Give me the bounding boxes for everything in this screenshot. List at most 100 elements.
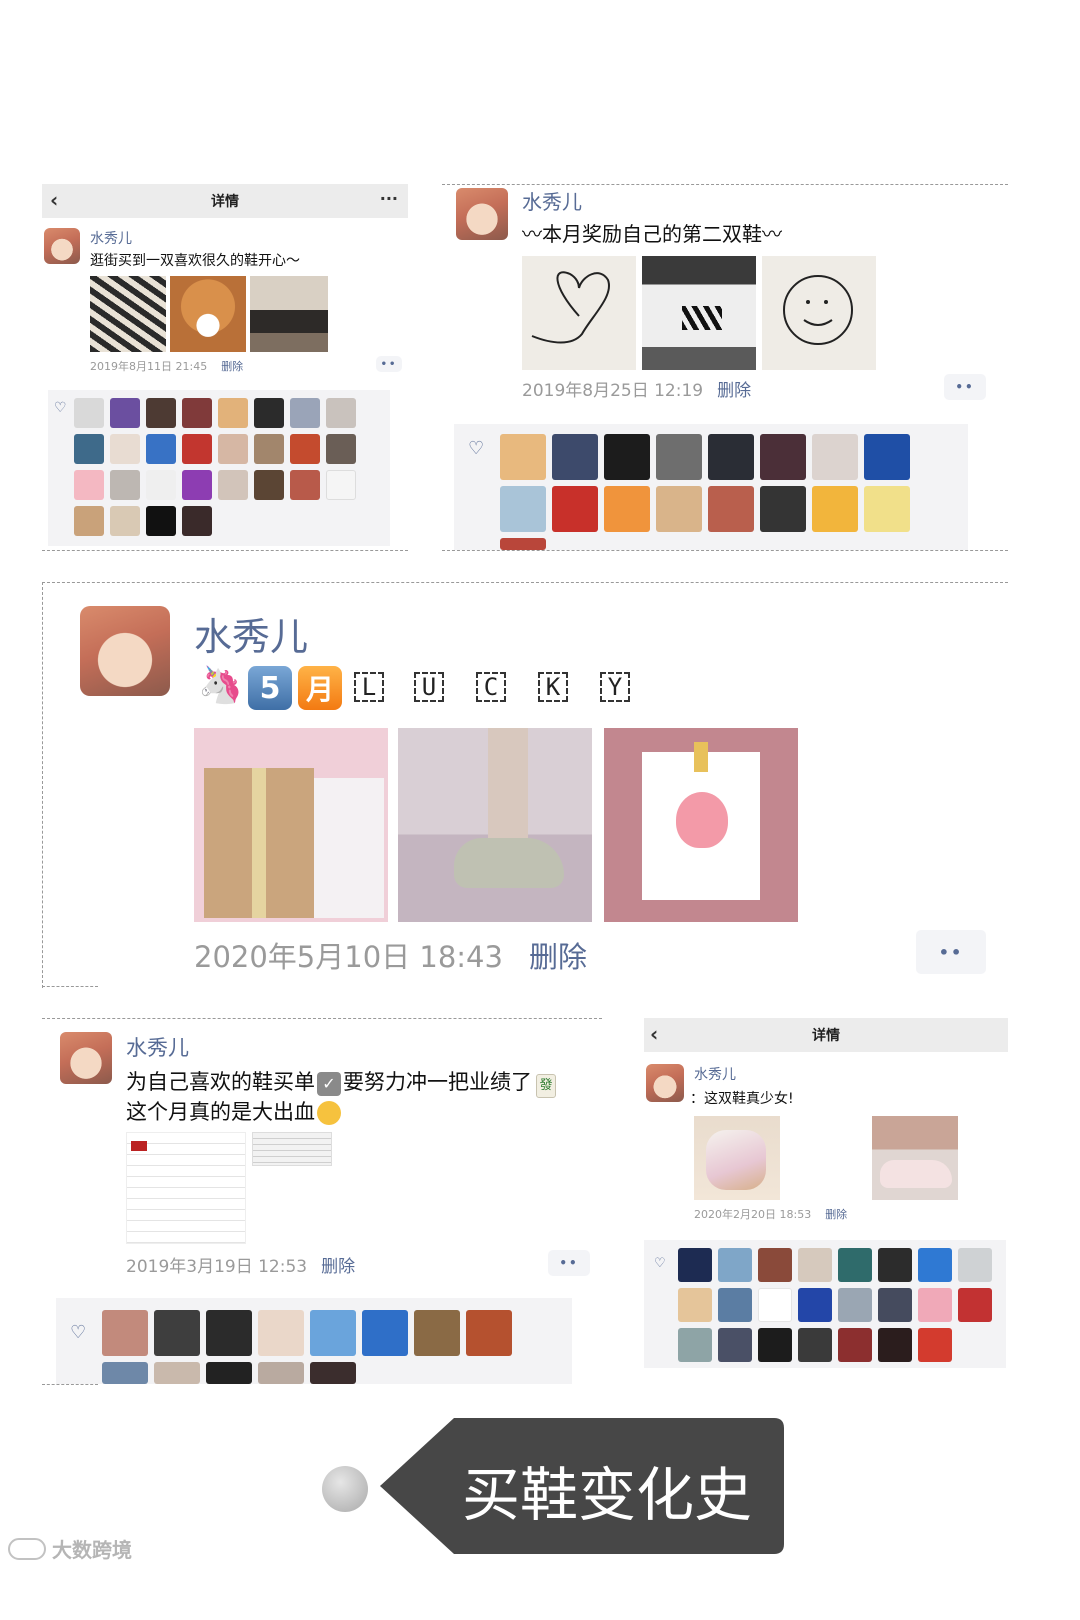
liker-avatar[interactable] (326, 470, 356, 500)
liker-avatar[interactable] (74, 470, 104, 500)
liker-avatar[interactable] (218, 398, 248, 428)
back-chevron-icon[interactable]: ‹ (50, 188, 58, 212)
liker-avatar[interactable] (678, 1288, 712, 1322)
liker-avatar[interactable] (74, 398, 104, 428)
liker-avatar[interactable] (182, 434, 212, 464)
liker-avatar[interactable] (552, 486, 598, 532)
post-photo-adidas-superstar[interactable] (642, 256, 756, 370)
avatar[interactable] (60, 1032, 112, 1084)
liker-avatar[interactable] (758, 1328, 792, 1362)
post-photo-sneaker-leopard[interactable] (90, 276, 166, 352)
user-name[interactable]: 水秀儿 (694, 1064, 736, 1084)
liker-avatar[interactable] (708, 486, 754, 532)
liker-avatar[interactable] (708, 434, 754, 480)
liker-avatar[interactable] (656, 434, 702, 480)
back-chevron-icon[interactable]: ‹ (650, 1022, 658, 1046)
liker-avatar[interactable] (760, 434, 806, 480)
post-photo-receipt-1[interactable] (126, 1132, 246, 1244)
liker-avatar[interactable] (838, 1248, 872, 1282)
liker-avatar[interactable] (110, 506, 140, 536)
liker-avatar[interactable] (864, 434, 910, 480)
liker-avatar[interactable] (918, 1288, 952, 1322)
liker-avatar[interactable] (110, 470, 140, 500)
liker-avatar[interactable] (918, 1328, 952, 1362)
liker-avatar[interactable] (310, 1310, 356, 1356)
post-photo-smiley-doodle[interactable] (762, 256, 876, 370)
liker-avatar[interactable] (864, 486, 910, 532)
liker-avatar[interactable] (110, 434, 140, 464)
liker-avatar[interactable] (604, 486, 650, 532)
comment-dots-icon[interactable]: •• (944, 374, 986, 400)
liker-avatar[interactable] (878, 1328, 912, 1362)
liker-avatar[interactable] (182, 470, 212, 500)
liker-avatar[interactable] (678, 1248, 712, 1282)
liker-avatar[interactable] (718, 1248, 752, 1282)
user-name[interactable]: 水秀儿 (90, 228, 132, 248)
liker-avatar[interactable] (958, 1248, 992, 1282)
delete-link[interactable]: 删除 (717, 376, 751, 401)
avatar[interactable] (80, 606, 170, 696)
liker-avatar[interactable] (290, 434, 320, 464)
liker-avatar[interactable] (362, 1310, 408, 1356)
post-photo-peach-note[interactable] (604, 728, 798, 922)
avatar[interactable] (456, 188, 508, 240)
liker-avatar[interactable] (878, 1248, 912, 1282)
liker-avatar[interactable] (154, 1310, 200, 1356)
post-photo-pastel-sneakers[interactable] (694, 1116, 780, 1200)
comment-dots-icon[interactable]: •• (376, 356, 402, 372)
liker-avatar[interactable] (74, 506, 104, 536)
liker-avatar[interactable] (798, 1288, 832, 1322)
liker-avatar[interactable] (718, 1328, 752, 1362)
post-photo-pink-sneakers[interactable] (872, 1116, 958, 1200)
liker-avatar[interactable] (206, 1362, 252, 1384)
liker-avatar[interactable] (466, 1310, 512, 1356)
liker-avatar[interactable] (110, 398, 140, 428)
user-name[interactable]: 水秀儿 (522, 186, 582, 215)
liker-avatar[interactable] (182, 506, 212, 536)
liker-avatar[interactable] (678, 1328, 712, 1362)
liker-avatar[interactable] (254, 398, 284, 428)
liker-avatar[interactable] (254, 434, 284, 464)
liker-avatar[interactable] (310, 1362, 356, 1384)
delete-link[interactable]: 删除 (321, 1252, 355, 1277)
liker-avatar[interactable] (206, 1310, 252, 1356)
post-photo-gift-box[interactable] (194, 728, 388, 922)
liker-avatar[interactable] (326, 434, 356, 464)
delete-link[interactable]: 删除 (529, 934, 587, 976)
liker-avatar[interactable] (798, 1328, 832, 1362)
liker-avatar[interactable] (290, 398, 320, 428)
liker-avatar[interactable] (552, 434, 598, 480)
liker-avatar[interactable] (254, 470, 284, 500)
liker-avatar[interactable] (218, 470, 248, 500)
post-photo-sneaker-converse[interactable] (250, 276, 328, 352)
liker-avatar[interactable] (500, 486, 546, 532)
liker-avatar[interactable] (102, 1362, 148, 1384)
liker-avatar[interactable] (812, 486, 858, 532)
liker-avatar[interactable] (718, 1288, 752, 1322)
liker-avatar[interactable] (656, 486, 702, 532)
liker-avatar[interactable] (258, 1362, 304, 1384)
liker-avatar[interactable] (500, 538, 546, 550)
avatar[interactable] (646, 1064, 684, 1102)
liker-avatar[interactable] (958, 1288, 992, 1322)
post-photo-shiba-dog[interactable] (170, 276, 246, 352)
post-photo-heart-doodle[interactable] (522, 256, 636, 370)
liker-avatar[interactable] (878, 1288, 912, 1322)
post-photo-receipt-2[interactable] (252, 1132, 332, 1166)
liker-avatar[interactable] (604, 434, 650, 480)
liker-avatar[interactable] (146, 398, 176, 428)
post-photo-yeezy-sneaker[interactable] (398, 728, 592, 922)
liker-avatar[interactable] (838, 1288, 872, 1322)
liker-avatar[interactable] (102, 1310, 148, 1356)
liker-avatar[interactable] (760, 486, 806, 532)
liker-avatar[interactable] (146, 434, 176, 464)
liker-avatar[interactable] (798, 1248, 832, 1282)
user-name[interactable]: 水秀儿 (194, 606, 308, 661)
liker-avatar[interactable] (758, 1288, 792, 1322)
more-ellipsis-icon[interactable]: ··· (380, 189, 398, 208)
delete-link[interactable]: 删除 (221, 358, 243, 374)
liker-avatar[interactable] (218, 434, 248, 464)
user-name[interactable]: 水秀儿 (126, 1032, 189, 1062)
liker-avatar[interactable] (154, 1362, 200, 1384)
liker-avatar[interactable] (290, 470, 320, 500)
